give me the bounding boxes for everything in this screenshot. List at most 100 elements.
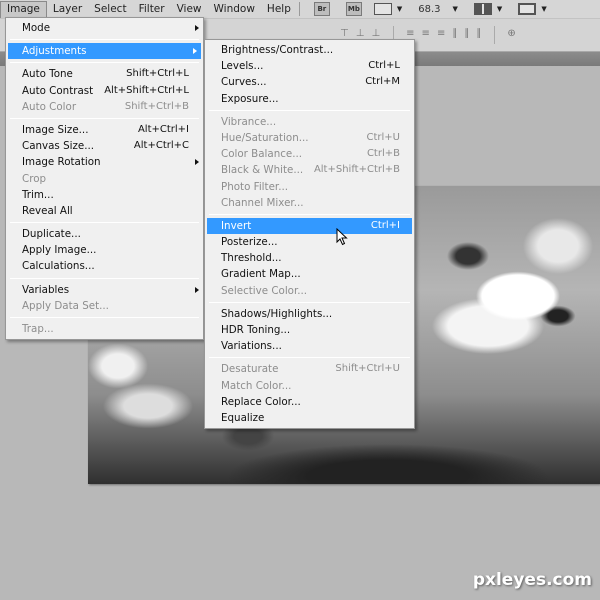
distribute-right-icon[interactable]: ∥ xyxy=(476,28,482,44)
menu-item-hdr-toning[interactable]: HDR Toning... xyxy=(205,322,414,338)
watermark: pxleyes.com xyxy=(472,570,592,590)
menu-divider xyxy=(10,39,199,41)
dropdown-arrow-icon: ▼ xyxy=(452,5,458,13)
menu-item-variables[interactable]: Variables xyxy=(6,282,203,298)
menu-item-apply-image[interactable]: Apply Image... xyxy=(6,242,203,258)
menu-item-image-size[interactable]: Image Size... Alt+Ctrl+I xyxy=(6,122,203,138)
submenu-arrow-icon xyxy=(195,25,199,31)
dropdown-arrow-icon: ▼ xyxy=(496,5,503,13)
menu-item-label: Reveal All xyxy=(22,204,73,217)
menu-item-shortcut: Alt+Ctrl+C xyxy=(133,140,189,152)
menu-item-calculations[interactable]: Calculations... xyxy=(6,258,203,274)
menu-item-hue-saturation: Hue/Saturation... Ctrl+U xyxy=(205,130,414,146)
menu-item-shortcut: Shift+Ctrl+L xyxy=(126,68,189,80)
menu-item-mode[interactable]: Mode xyxy=(6,20,203,36)
menu-select[interactable]: Select xyxy=(88,1,132,18)
options-divider xyxy=(494,26,496,44)
menu-item-label: Calculations... xyxy=(22,260,95,273)
menu-view[interactable]: View xyxy=(171,1,208,18)
menu-item-shortcut: Ctrl+L xyxy=(368,60,400,72)
menu-help[interactable]: Help xyxy=(261,1,297,18)
menu-item-replace-color[interactable]: Replace Color... xyxy=(205,394,414,410)
menu-item-variations[interactable]: Variations... xyxy=(205,338,414,354)
mouse-cursor-icon xyxy=(336,228,348,246)
menu-bar: Image Layer Select Filter View Window He… xyxy=(0,0,600,18)
menu-filter[interactable]: Filter xyxy=(133,1,171,18)
menu-item-adjustments[interactable]: Adjustments xyxy=(8,43,201,60)
menu-item-trim[interactable]: Trim... xyxy=(6,187,203,203)
menu-item-posterize[interactable]: Posterize... xyxy=(205,234,414,250)
menu-item-shortcut: Alt+Ctrl+I xyxy=(137,123,189,135)
distribute-bottom-icon[interactable]: ≡ xyxy=(437,28,446,44)
menu-item-label: Auto Color xyxy=(22,100,77,113)
menu-item-invert[interactable]: Invert Ctrl+I xyxy=(207,217,412,235)
view-extras-dropdown[interactable]: ▼ xyxy=(373,3,402,15)
menu-item-shortcut: Shift+Ctrl+B xyxy=(124,100,189,112)
menu-item-color-balance: Color Balance... Ctrl+B xyxy=(205,146,414,162)
menu-image[interactable]: Image xyxy=(0,0,47,18)
menu-item-label: Posterize... xyxy=(221,236,278,249)
menu-item-label: HDR Toning... xyxy=(221,324,291,336)
menu-item-canvas-size[interactable]: Canvas Size... Alt+Ctrl+C xyxy=(6,138,203,154)
menu-divider xyxy=(10,62,199,64)
menu-item-levels[interactable]: Levels... Ctrl+L xyxy=(205,58,414,74)
distribute-hcenter-icon[interactable]: ∥ xyxy=(464,28,470,44)
menu-item-label: Variations... xyxy=(221,340,282,353)
menu-window[interactable]: Window xyxy=(208,1,261,18)
adjustments-submenu: Brightness/Contrast... Levels... Ctrl+L Cur… xyxy=(204,39,415,430)
image-menu: Mode Adjustments Auto Tone Shift+Ctrl+L Auto… xyxy=(5,17,204,341)
menu-item-exposure[interactable]: Exposure... xyxy=(205,91,414,107)
menu-item-label: Crop xyxy=(22,172,47,185)
menu-item-selective-color: Selective Color... xyxy=(205,283,414,299)
menu-item-label: Vibrance... xyxy=(221,115,277,128)
menu-divider xyxy=(209,301,410,303)
menu-item-shadows-highlights[interactable]: Shadows/Highlights... xyxy=(205,306,414,322)
menu-item-shortcut: Ctrl+B xyxy=(366,148,400,160)
menu-item-channel-mixer: Channel Mixer... xyxy=(205,195,414,211)
submenu-arrow-icon xyxy=(195,159,199,166)
screen-mode-icon xyxy=(518,3,537,15)
menu-item-label: Trap... xyxy=(22,323,54,335)
menu-item-label: Equalize xyxy=(221,411,265,424)
arrange-documents-dropdown[interactable]: ▼ xyxy=(473,3,503,15)
bridge-button[interactable]: Br xyxy=(313,2,330,16)
submenu-arrow-icon xyxy=(195,286,199,293)
menu-item-equalize[interactable]: Equalize xyxy=(205,410,414,426)
menu-item-label: Image Rotation xyxy=(22,156,101,169)
menu-item-shortcut: Alt+Shift+Ctrl+B xyxy=(313,164,400,176)
menu-item-auto-tone[interactable]: Auto Tone Shift+Ctrl+L xyxy=(6,66,203,82)
menu-item-curves[interactable]: Curves... Ctrl+M xyxy=(205,74,414,90)
menu-item-image-rotation[interactable]: Image Rotation xyxy=(6,154,203,170)
distribute-vcenter-icon[interactable]: ≡ xyxy=(422,28,431,44)
menu-item-label: Gradient Map... xyxy=(221,268,301,281)
menu-item-label: Selective Color... xyxy=(221,284,308,297)
menu-divider xyxy=(10,317,199,318)
menu-item-gradient-map[interactable]: Gradient Map... xyxy=(205,266,414,282)
menu-item-shortcut: Shift+Ctrl+U xyxy=(335,363,400,375)
menu-divider xyxy=(209,109,410,111)
zoom-level[interactable]: 68.3 xyxy=(418,4,440,15)
mini-bridge-button[interactable]: Mb xyxy=(345,2,362,16)
menu-item-label: Levels... xyxy=(221,60,264,73)
distribute-left-icon[interactable]: ∥ xyxy=(452,28,458,44)
menu-divider xyxy=(10,222,199,224)
menu-item-label: Curves... xyxy=(221,76,267,89)
zoom-dropdown[interactable]: ▼ xyxy=(448,5,458,13)
arrange-documents-icon xyxy=(473,3,492,15)
menubar-divider xyxy=(298,2,300,16)
menu-item-label: Image Size... xyxy=(22,123,89,136)
menu-item-brightness-contrast[interactable]: Brightness/Contrast... xyxy=(205,42,414,58)
menu-item-label: Shadows/Highlights... xyxy=(221,307,333,320)
screen-mode-dropdown[interactable]: ▼ xyxy=(518,3,547,15)
menu-item-label: Invert xyxy=(221,219,252,232)
menu-item-duplicate[interactable]: Duplicate... xyxy=(6,226,203,242)
menu-item-threshold[interactable]: Threshold... xyxy=(205,250,414,266)
menu-item-reveal-all[interactable]: Reveal All xyxy=(6,203,203,219)
auto-align-icon[interactable]: ⊕ xyxy=(507,28,516,44)
submenu-arrow-icon xyxy=(193,48,197,55)
menu-layer[interactable]: Layer xyxy=(47,1,88,18)
menu-item-shortcut: Ctrl+M xyxy=(365,76,400,88)
menu-item-label: Mode xyxy=(22,22,51,34)
menu-item-label: Auto Contrast xyxy=(22,84,94,97)
menu-item-auto-contrast[interactable]: Auto Contrast Alt+Shift+Ctrl+L xyxy=(6,83,203,99)
